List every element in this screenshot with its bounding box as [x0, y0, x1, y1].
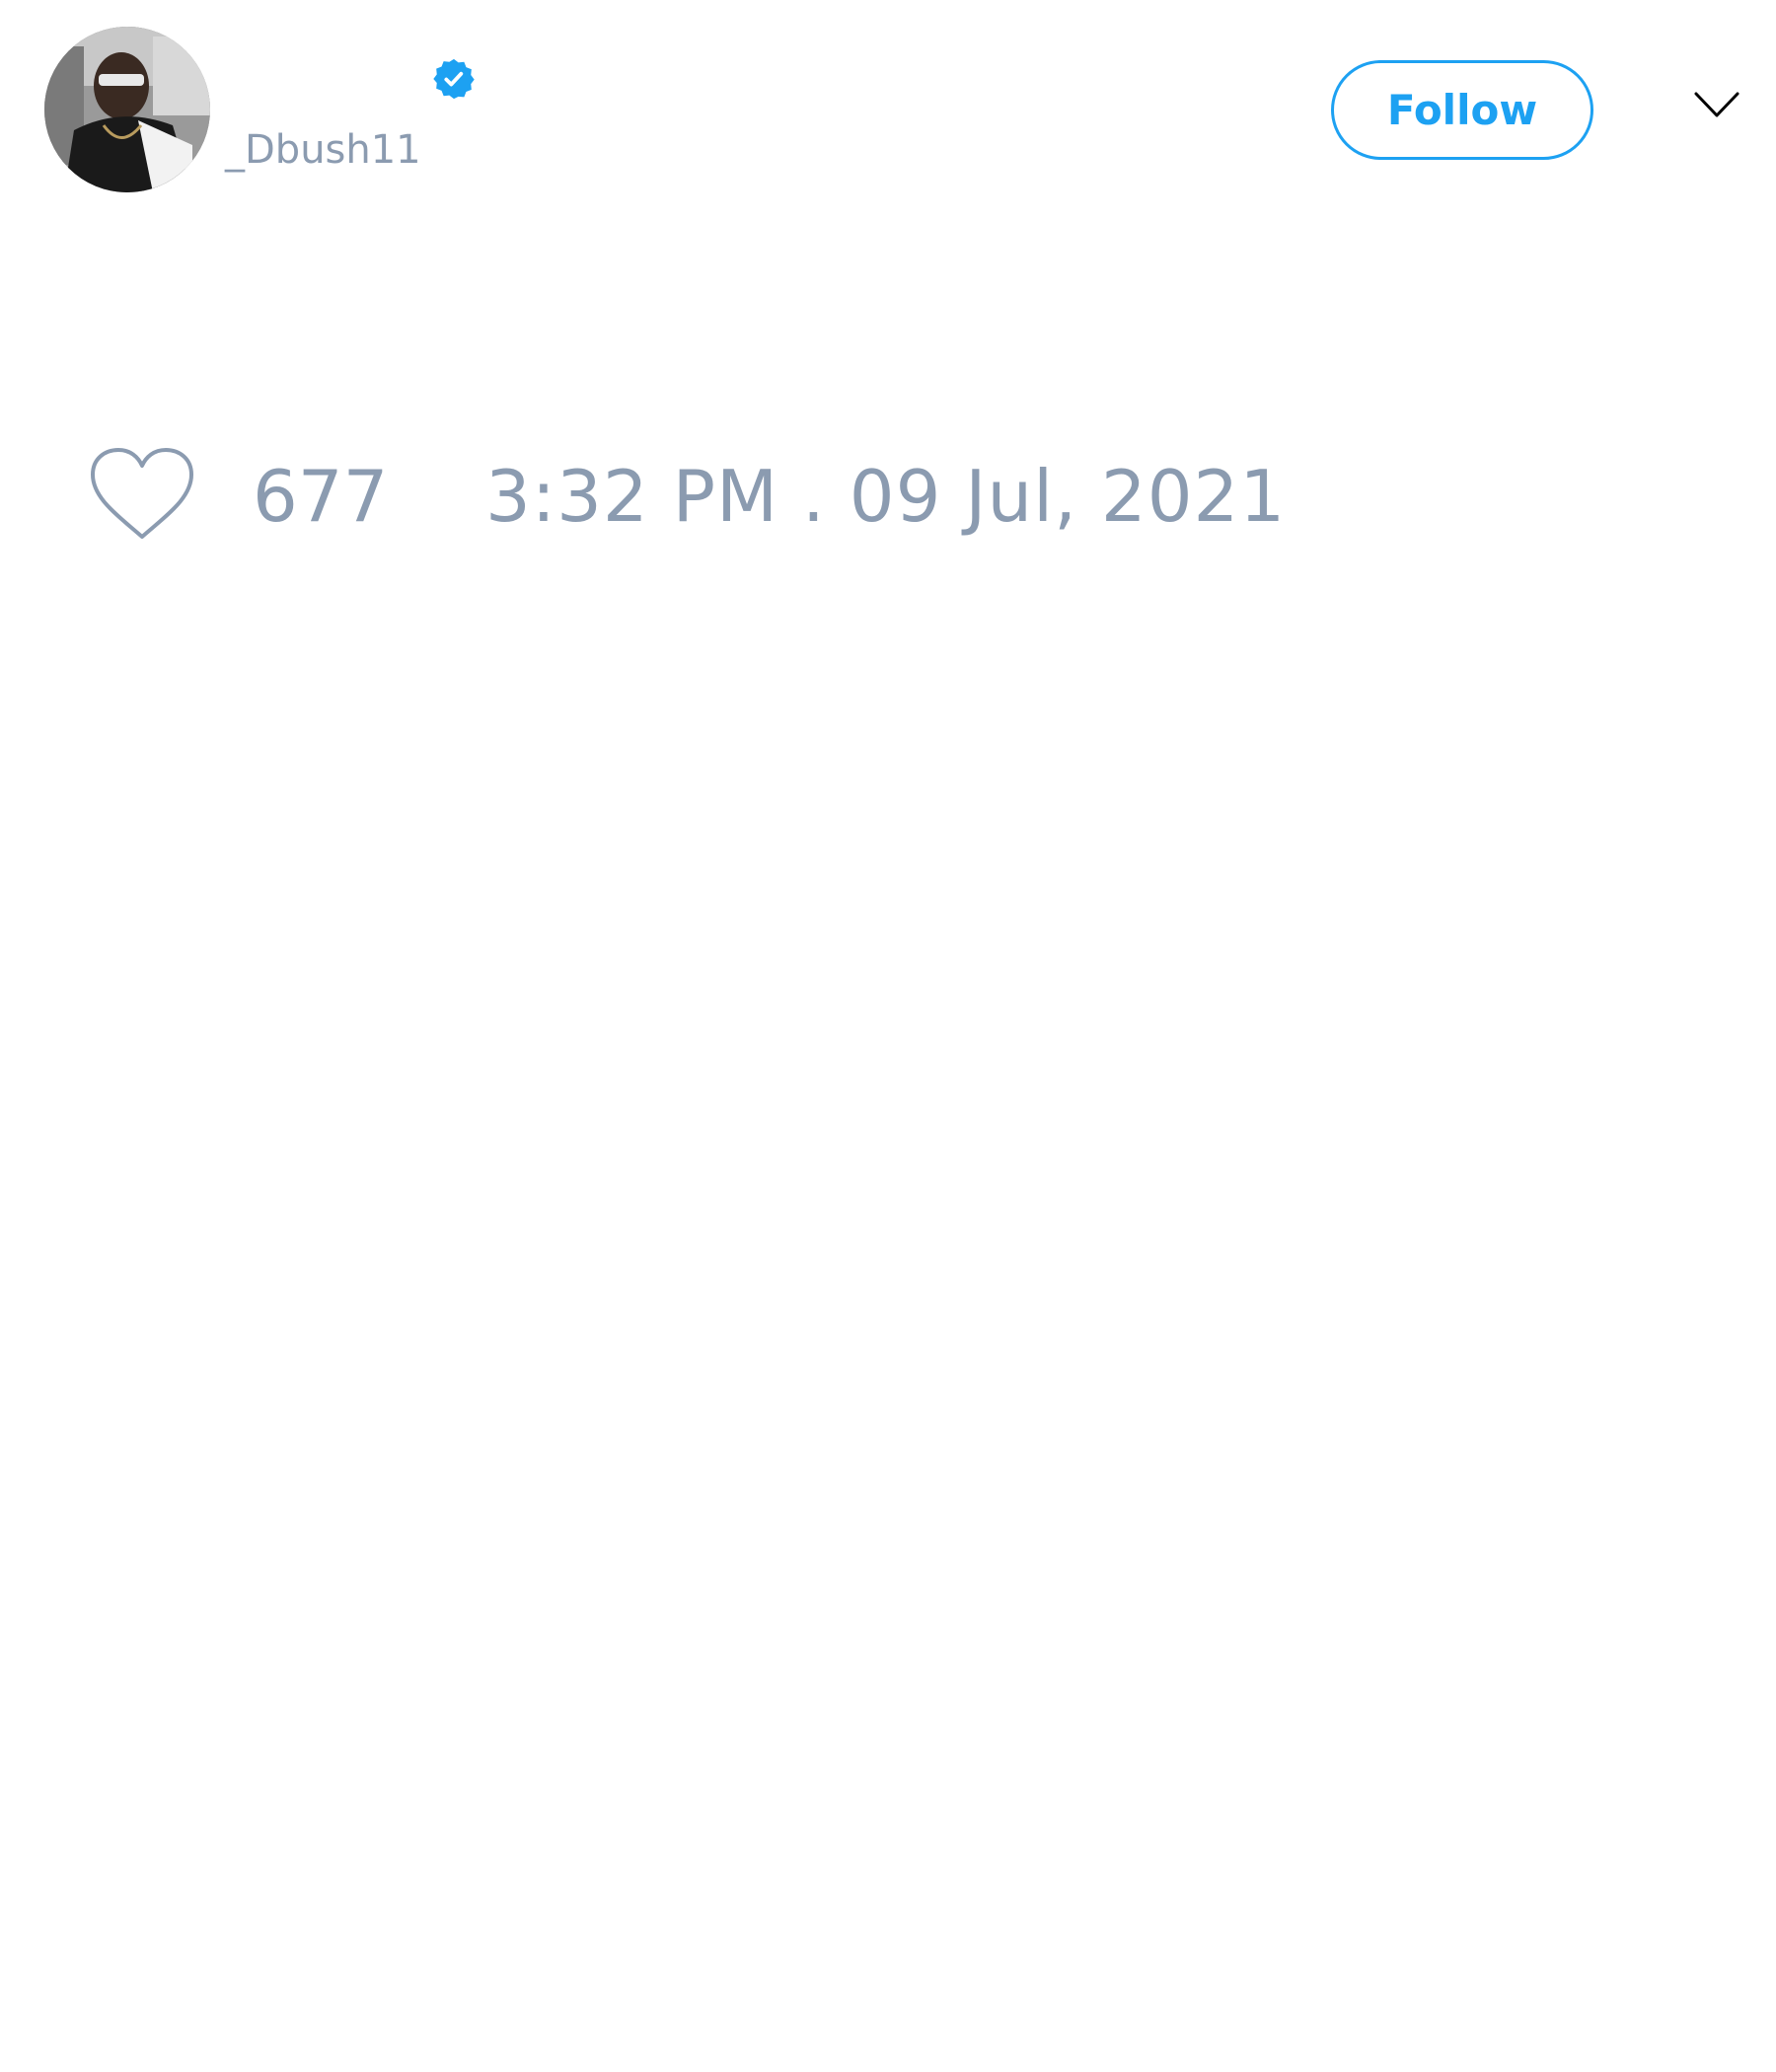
heart-outline-icon[interactable] — [89, 447, 195, 542]
tweet-timestamp[interactable]: 3:32 PM . 09 Jul, 2021 — [485, 456, 1286, 537]
verified-badge-icon — [433, 58, 475, 100]
chevron-down-icon[interactable] — [1693, 89, 1740, 122]
like-count: 677 — [253, 455, 389, 538]
follow-button[interactable]: Follow — [1331, 60, 1593, 160]
author-handle[interactable]: _Dbush11 — [225, 126, 421, 174]
avatar-image — [44, 27, 210, 192]
avatar[interactable] — [44, 27, 210, 192]
